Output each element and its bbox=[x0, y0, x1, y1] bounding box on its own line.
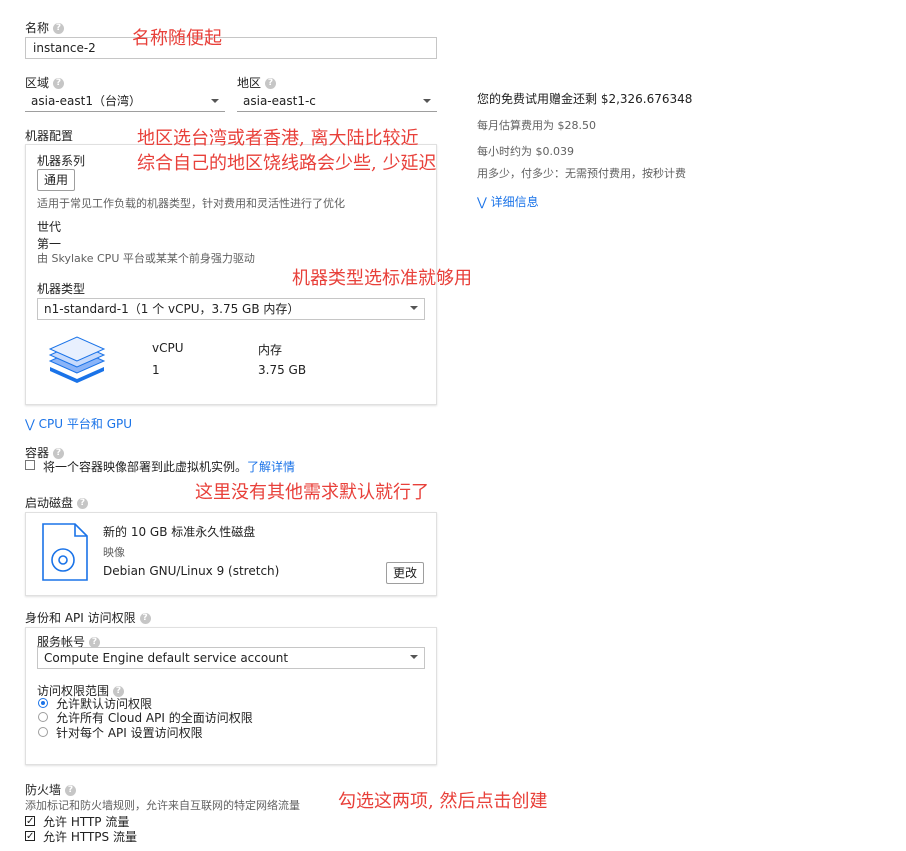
machine-family-desc: 适用于常见工作负载的机器类型，针对费用和灵活性进行了优化 bbox=[37, 197, 345, 210]
boot-disk-image-value: Debian GNU/Linux 9 (stretch) bbox=[103, 564, 280, 578]
region-label: 区域? bbox=[25, 74, 65, 91]
container-checkbox[interactable] bbox=[25, 460, 35, 470]
zone-label: 地区? bbox=[237, 74, 277, 91]
annotation-disk: 这里没有其他需求默认就行了 bbox=[195, 482, 429, 503]
annotation-name: 名称随便起 bbox=[132, 28, 222, 49]
name-label: 名称? bbox=[25, 19, 65, 36]
zone-select[interactable]: asia-east1-c bbox=[237, 92, 437, 112]
learn-more-link[interactable]: 了解详情 bbox=[247, 460, 295, 474]
memory-value: 3.75 GB bbox=[258, 363, 307, 377]
https-checkbox-label: 允许 HTTPS 流量 bbox=[43, 830, 137, 844]
boot-disk-image-label: 映像 bbox=[103, 546, 125, 559]
pricing-credit: 您的免费试用赠金还剩 $2,326.676348 bbox=[477, 92, 693, 106]
boot-disk-title: 新的 10 GB 标准永久性磁盘 bbox=[103, 525, 256, 539]
region-select-value: asia-east1（台湾） bbox=[31, 94, 141, 108]
help-icon[interactable]: ? bbox=[265, 78, 277, 89]
firewall-label: 防火墙? bbox=[25, 781, 77, 798]
pricing-monthly: 每月估算费用为 $28.50 bbox=[477, 119, 596, 132]
chevron-down-icon bbox=[410, 655, 418, 659]
machine-type-label: 机器类型 bbox=[37, 282, 86, 296]
container-checkbox-label: 将一个容器映像部署到此虚拟机实例。了解详情 bbox=[43, 460, 296, 474]
machine-stack-icon bbox=[48, 336, 106, 383]
help-icon[interactable]: ? bbox=[53, 23, 65, 34]
chevrons-down-icon: ⋁ bbox=[25, 417, 35, 431]
cpu-gpu-link[interactable]: ⋁ CPU 平台和 GPU bbox=[25, 415, 132, 432]
machine-family-button[interactable]: 通用 bbox=[37, 169, 75, 191]
annotation-region-1: 地区选台湾或者香港, 离大陆比较近 bbox=[137, 128, 419, 149]
memory-label: 内存 bbox=[258, 343, 283, 357]
scope-radio-default[interactable] bbox=[38, 698, 48, 708]
annotation-firewall: 勾选这两项, 然后点击创建 bbox=[338, 791, 548, 812]
machine-type-select[interactable]: n1-standard-1（1 个 vCPU，3.75 GB 内存） bbox=[37, 298, 425, 320]
pricing-details-link[interactable]: ⋁ 详细信息 bbox=[477, 193, 539, 210]
annotation-region-2: 综合自己的地区饶线路会少些, 少延迟 bbox=[137, 153, 437, 174]
vcpu-label: vCPU bbox=[152, 341, 184, 355]
service-account-select[interactable]: Compute Engine default service account bbox=[37, 647, 425, 669]
firewall-desc: 添加标记和防火墙规则，允许来自互联网的特定网络流量 bbox=[25, 799, 300, 812]
vcpu-value: 1 bbox=[152, 363, 160, 377]
https-checkbox[interactable]: ✓ bbox=[25, 831, 35, 842]
scope-radio-full[interactable] bbox=[38, 712, 48, 722]
http-checkbox[interactable]: ✓ bbox=[25, 816, 35, 827]
scope-radio-custom[interactable] bbox=[38, 727, 48, 737]
machine-config-label: 机器配置 bbox=[25, 129, 74, 143]
chevron-down-icon bbox=[410, 306, 418, 310]
name-input[interactable]: instance-2 bbox=[25, 37, 437, 59]
help-icon[interactable]: ? bbox=[53, 78, 65, 89]
chevron-down-icon bbox=[423, 99, 431, 103]
boot-disk-card: 新的 10 GB 标准永久性磁盘 映像 Debian GNU/Linux 9 (… bbox=[25, 512, 437, 596]
annotation-machine: 机器类型选标准就够用 bbox=[292, 268, 472, 289]
help-icon[interactable]: ? bbox=[77, 498, 89, 509]
chevrons-down-icon: ⋁ bbox=[477, 195, 487, 209]
help-icon[interactable]: ? bbox=[139, 613, 151, 624]
identity-card: 服务帐号? Compute Engine default service acc… bbox=[25, 627, 437, 765]
disk-icon bbox=[42, 523, 88, 581]
pricing-hourly: 每小时约为 $0.039 bbox=[477, 145, 574, 158]
generation-desc: 由 Skylake CPU 平台或某某个前身强力驱动 bbox=[37, 252, 255, 265]
zone-select-value: asia-east1-c bbox=[243, 94, 316, 108]
scope-option-label: 针对每个 API 设置访问权限 bbox=[56, 726, 203, 740]
machine-family-label: 机器系列 bbox=[37, 154, 86, 168]
boot-disk-label: 启动磁盘? bbox=[25, 494, 89, 511]
identity-label: 身份和 API 访问权限? bbox=[25, 609, 151, 626]
pricing-note: 用多少，付多少：无需预付费用，按秒计费 bbox=[477, 167, 686, 180]
help-icon[interactable]: ? bbox=[65, 785, 77, 796]
region-select[interactable]: asia-east1（台湾） bbox=[25, 92, 225, 112]
service-account-value: Compute Engine default service account bbox=[44, 651, 289, 665]
chevron-down-icon bbox=[211, 99, 219, 103]
change-disk-button[interactable]: 更改 bbox=[386, 562, 424, 584]
generation-label: 世代 bbox=[37, 220, 62, 234]
machine-type-value: n1-standard-1（1 个 vCPU，3.75 GB 内存） bbox=[44, 302, 300, 316]
